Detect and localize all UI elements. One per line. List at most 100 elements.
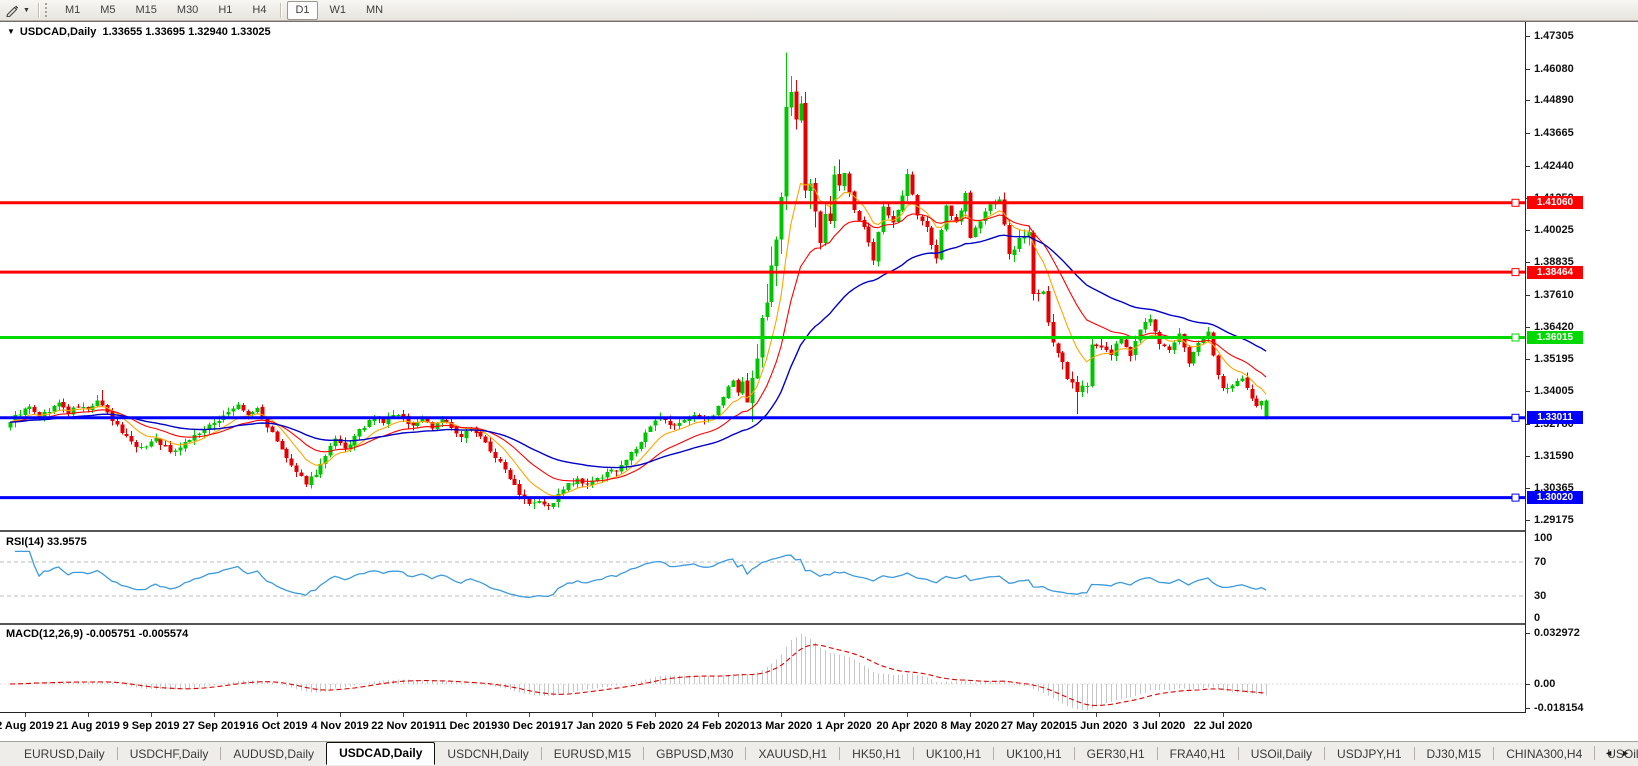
timeframe-button-M5[interactable]: M5 [92,1,123,20]
toolbar-grip[interactable] [44,3,50,17]
date-axis-label: 27 Sep 2019 [182,720,246,732]
chart-tab-EURUSD-Daily[interactable]: EURUSD,Daily [12,744,117,764]
macd-axis-tick: 0.032972 [1534,627,1580,639]
price-tick-mark [1526,262,1530,263]
timeframe-button-D1[interactable]: D1 [287,0,318,20]
macd-name: MACD(12,26,9) [6,628,84,640]
date-tick-mark [592,713,593,717]
date-axis-label: 2 Aug 2019 [0,720,54,732]
chart-tab-UK100-H1[interactable]: UK100,H1 [994,744,1073,764]
date-axis-label: 21 Aug 2019 [56,720,120,732]
rsi-axis-tick: 70 [1534,556,1547,568]
date-axis-label: 3 Jul 2020 [1132,720,1186,732]
date-tick-mark [466,713,467,717]
candles [8,52,1269,511]
hline-price-label: 1.38464 [1527,266,1583,279]
date-tick-mark [781,713,782,717]
date-axis-label: 30 Dec 2019 [497,720,561,732]
hline-anchor-marker[interactable] [1511,413,1520,422]
timeframe-button-MN[interactable]: MN [358,1,391,20]
chart-tab-USDCNH-Daily[interactable]: USDCNH,Daily [435,744,540,764]
macd-indicator-pane[interactable] [0,625,1525,712]
date-tick-mark [1033,713,1034,717]
macd-axis-tick: 0.00 [1534,678,1556,690]
timeframe-button-M1[interactable]: M1 [57,1,88,20]
chart-tab-FRA40-H1[interactable]: FRA40,H1 [1158,744,1238,764]
date-tick-mark [718,713,719,717]
date-axis-label: 13 Mar 2020 [749,720,813,732]
chart-tab-USDJPY-H1[interactable]: USDJPY,H1 [1325,744,1413,764]
chart-tab-USOil-Daily[interactable]: USOil,Daily [1239,744,1324,764]
chart-tab-DJ30-M15[interactable]: DJ30,M15 [1415,744,1494,764]
hline-anchor-marker[interactable] [1511,493,1520,502]
date-axis-label: 22 Nov 2019 [371,720,435,732]
hline-anchor-marker[interactable] [1511,198,1520,207]
price-axis-tick: 1.47305 [1534,30,1574,42]
price-tick-mark [1526,456,1530,457]
rsi-axis-tick: 100 [1534,532,1553,544]
tool-dropdown-icon[interactable]: ▼ [22,7,34,14]
date-tick-mark [529,713,530,717]
main-candlestick-chart[interactable] [0,22,1525,530]
date-tick-mark [151,713,152,717]
chart-tab-UK100-H1[interactable]: UK100,H1 [914,744,993,764]
hline-price-label: 1.36015 [1527,331,1583,344]
timeframe-button-H1[interactable]: H1 [210,1,240,20]
price-axis-tick: 1.31590 [1534,450,1574,462]
timeframe-buttons: M1 M5 M15 M30 H1 H4 D1 W1 MN [55,0,393,20]
pane-divider[interactable] [0,623,1525,625]
chart-tab-CHINA300-H4[interactable]: CHINA300,H4 [1494,744,1594,764]
chart-tab-USDCHF-Daily[interactable]: USDCHF,Daily [118,744,221,764]
rsi-label: RSI(14) 33.9575 [6,536,87,548]
scroll-tabs-left-icon[interactable]: ◄ [1600,748,1617,758]
macd-current-values: -0.005751 -0.005574 [86,628,189,640]
date-axis-label: 20 Apr 2020 [876,720,938,732]
price-axis-tick: 1.37610 [1534,289,1574,301]
price-axis-tick: 1.35195 [1534,353,1574,365]
chart-tab-HK50-H1[interactable]: HK50,H1 [840,744,913,764]
scroll-tabs-right-icon[interactable]: ► [1617,748,1634,758]
hline-price-label: 1.33011 [1527,411,1583,424]
timeframe-button-M30[interactable]: M30 [169,1,206,20]
date-axis-label: 15 Jun 2020 [1064,720,1128,732]
date-tick-mark [340,713,341,717]
date-tick-mark [970,713,971,717]
macd-tick-mark [1526,684,1530,685]
date-axis-label: 5 Feb 2020 [626,720,684,732]
rsi-indicator-pane[interactable] [0,533,1525,623]
date-tick-mark [907,713,908,717]
rsi-axis-tick: 0 [1534,612,1541,624]
date-axis-label: 8 May 2020 [940,720,1000,732]
hline-anchor-marker[interactable] [1511,333,1520,342]
macd-axis-tick: -0.018154 [1534,702,1584,714]
price-axis-tick: 1.46080 [1534,63,1574,75]
chart-tab-XAUUSD-H1[interactable]: XAUUSD,H1 [746,744,839,764]
price-tick-mark [1526,100,1530,101]
macd-label: MACD(12,26,9) -0.005751 -0.005574 [6,628,188,640]
date-axis-label: 4 Nov 2019 [311,720,369,732]
date-tick-mark [403,713,404,717]
chart-tab-GBPUSD-M30[interactable]: GBPUSD,M30 [644,744,745,764]
chart-tab-EURUSD-M15[interactable]: EURUSD,M15 [542,744,643,764]
chart-tab-USDCAD-Daily[interactable]: USDCAD,Daily [326,742,436,765]
pane-divider[interactable] [0,530,1525,532]
date-tick-mark [1223,713,1224,717]
chart-tab-AUDUSD-Daily[interactable]: AUDUSD,Daily [221,744,326,764]
price-tick-mark [1526,69,1530,70]
macd-histogram [15,634,1267,711]
pen-annotation-icon[interactable] [0,3,22,17]
timeframe-button-M15[interactable]: M15 [128,1,165,20]
timeframe-toolbar: ▼ M1 M5 M15 M30 H1 H4 D1 W1 MN [0,0,1638,21]
date-axis-label: 24 Feb 2020 [686,720,750,732]
date-axis-label: 27 May 2020 [1000,720,1066,732]
timeframe-button-H4[interactable]: H4 [244,1,274,20]
price-tick-mark [1526,230,1530,231]
price-tick-mark [1526,36,1530,37]
tab-arrow-separator [1594,746,1596,760]
hline-anchor-marker[interactable] [1511,268,1520,277]
timeframe-button-W1[interactable]: W1 [322,1,355,20]
date-tick-mark [844,713,845,717]
chart-tab-GER30-H1[interactable]: GER30,H1 [1075,744,1157,764]
date-axis-label: 1 Apr 2020 [816,720,872,732]
date-axis-label: 17 Jan 2020 [561,720,623,732]
